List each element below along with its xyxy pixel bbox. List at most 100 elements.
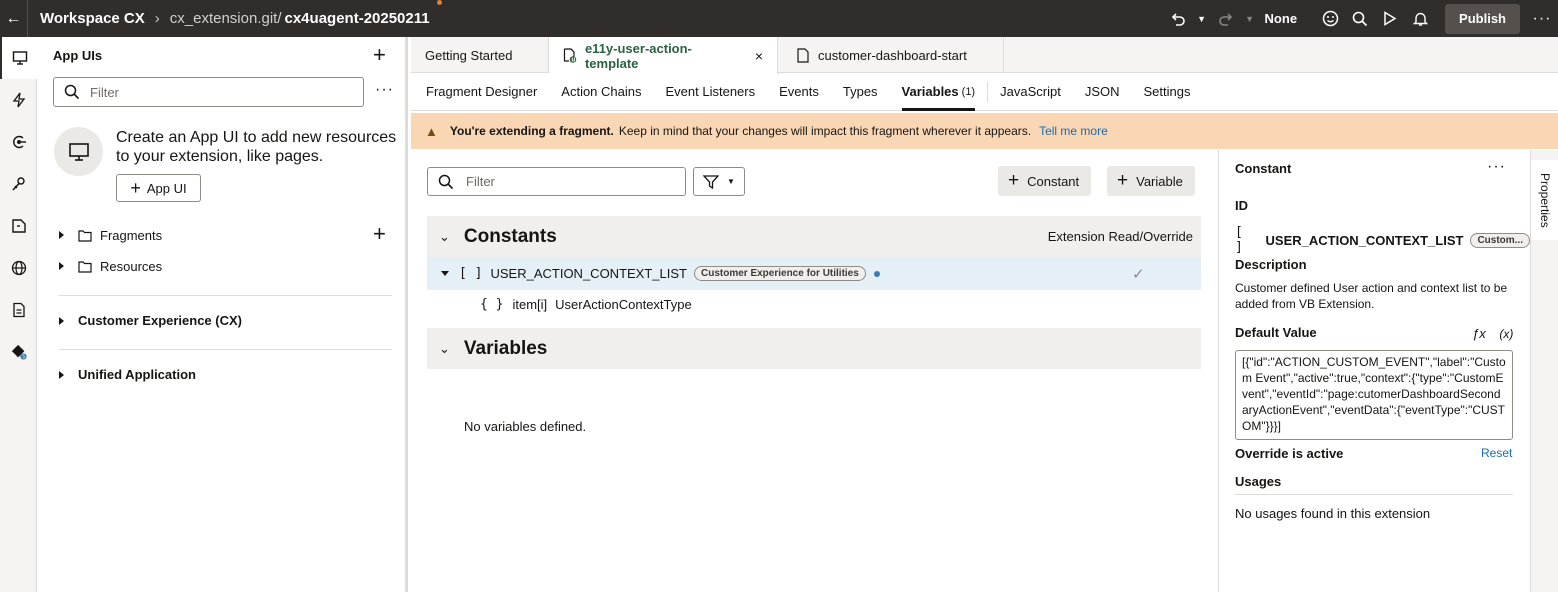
properties-more-icon[interactable]: ··· [1487,158,1506,176]
add-app-ui-plus-icon[interactable]: + [373,43,386,67]
tab-getting-started[interactable]: Getting Started [411,37,549,73]
properties-side-tab: Properties [1530,150,1558,592]
expand-icon[interactable] [59,262,64,270]
expression-fx-icon[interactable]: ƒx (x) [1472,326,1513,341]
chevron-down-icon[interactable]: ⌄ [439,341,450,357]
default-value-textarea[interactable]: [{"id":"ACTION_CUSTOM_EVENT","label":"Cu… [1235,350,1513,440]
branch-name[interactable]: cx4uagent-20250211 [285,10,430,27]
tab-e11y-user-action-template[interactable]: U e11y-user-action-template × [549,37,778,74]
variable-picker-icon[interactable]: (x) [1499,327,1513,341]
section-unified-application[interactable]: Unified Application [59,367,196,382]
subtab-events[interactable]: Events [767,73,831,111]
plus-icon: + [1117,170,1129,191]
extension-warning-banner: ▲ You're extending a fragment. Keep in m… [411,113,1558,149]
add-variable-button[interactable]: + Variable [1107,166,1195,196]
plus-icon: + [130,178,141,198]
variables-content: Filter ▼ + Constant + Variable ⌄ Constan… [411,150,1217,592]
chevron-down-icon[interactable]: ⌄ [439,229,450,245]
funnel-icon [703,174,720,189]
main-editor: Getting Started U e11y-user-action-templ… [411,37,1558,592]
file-icon [797,47,809,63]
app-ui-filter-input[interactable]: Filter [53,77,364,107]
service-connection-icon[interactable] [0,121,37,163]
subtab-fragment-designer[interactable]: Fragment Designer [411,73,549,111]
chevron-right-icon: › [154,10,160,27]
subtab-settings[interactable]: Settings [1131,73,1202,111]
section-title: Constants [463,225,557,247]
subtab-label: Variables [901,84,959,99]
globe-icon[interactable] [0,247,37,289]
subtab-event-listeners[interactable]: Event Listeners [654,73,768,111]
tree-item-resources[interactable]: Resources [59,255,162,277]
variables-filter-input[interactable]: Filter [427,167,686,196]
default-value-label: Default Value [1235,325,1317,340]
smiley-icon[interactable] [1315,0,1345,37]
id-label: ID [1235,198,1248,213]
subtab-javascript[interactable]: JavaScript [988,73,1073,111]
filter-placeholder: Filter [90,84,119,100]
array-icon: [ ] [1235,225,1243,255]
extension-access-label: Extension Read/Override [1047,229,1193,244]
properties-tab[interactable]: Properties [1531,160,1558,240]
filter-placeholder: Filter [466,174,495,189]
breadcrumb: Workspace CX › cx_extension.git/ cx4uage… [40,10,430,27]
banner-text: Keep in mind that your changes will impa… [618,124,1032,138]
variables-section-header[interactable]: ⌄ Variables [427,328,1201,369]
top-bar: ← Workspace CX › cx_extension.git/ cx4ua… [0,0,1558,37]
item-name: item[i] [512,297,548,312]
svg-text:U: U [571,57,575,63]
monitor-icon[interactable] [0,37,37,79]
close-icon[interactable]: × [755,48,763,64]
section-label: Unified Application [78,367,196,382]
collapse-icon[interactable] [441,271,449,276]
constant-item-row[interactable]: { } item[i] UserActionContextType [480,297,692,312]
item-type: UserActionContextType [555,297,692,312]
folder-icon [78,229,92,242]
subtab-types[interactable]: Types [831,73,890,111]
add-fragment-plus-icon[interactable]: + [373,221,386,247]
panel-more-icon[interactable]: ··· [375,81,394,99]
git-icon[interactable]: 5 [0,331,37,373]
expand-icon[interactable] [59,370,64,379]
tab-customer-dashboard-start[interactable]: customer-dashboard-start [778,37,1004,73]
undo-icon[interactable] [1163,0,1193,37]
no-variables-text: No variables defined. [464,419,587,434]
expand-icon[interactable] [59,316,64,325]
bell-icon[interactable] [1405,0,1435,37]
id-badge: Custom... [1470,232,1530,248]
expand-icon[interactable] [59,231,64,239]
business-object-icon[interactable] [0,163,37,205]
level-selector[interactable]: None [1265,11,1298,26]
redo-icon[interactable] [1211,0,1241,37]
fragment-subtabs: Fragment Designer Action Chains Event Li… [411,73,1558,111]
reset-link[interactable]: Reset [1481,446,1512,460]
properties-title: Constant [1235,161,1292,176]
publish-button[interactable]: Publish [1445,3,1520,34]
back-arrow-icon[interactable]: ← [0,0,28,37]
workspace-name[interactable]: Workspace CX [40,10,145,27]
add-constant-button[interactable]: + Constant [998,166,1092,196]
component-icon[interactable] [0,205,37,247]
divider [59,349,392,350]
constant-row[interactable]: [ ] USER_ACTION_CONTEXT_LIST Customer Ex… [427,257,1201,290]
monitor-icon [54,127,103,176]
undo-dropdown-icon[interactable]: ▼ [1193,0,1211,37]
create-app-ui-button[interactable]: + App UI [116,174,201,202]
repo-name[interactable]: cx_extension.git/ [170,10,282,27]
tell-me-more-link[interactable]: Tell me more [1039,124,1108,138]
warning-icon: ▲ [425,123,438,139]
play-icon[interactable] [1375,0,1405,37]
section-customer-experience[interactable]: Customer Experience (CX) [59,313,242,328]
search-icon[interactable] [1345,0,1375,37]
redo-dropdown-icon[interactable]: ▼ [1241,0,1259,37]
tree-item-fragments[interactable]: Fragments [59,224,162,246]
subtab-action-chains[interactable]: Action Chains [549,73,653,111]
subtab-variables[interactable]: Variables (1) [890,73,988,111]
subtab-json[interactable]: JSON [1073,73,1132,111]
constants-section-header[interactable]: ⌄ Constants Extension Read/Override [427,216,1201,257]
filter-type-button[interactable]: ▼ [693,167,745,196]
check-icon: ✓ [1132,265,1145,283]
lightning-icon[interactable] [0,79,37,121]
document-icon[interactable] [0,289,37,331]
more-icon[interactable]: ··· [1526,10,1558,28]
